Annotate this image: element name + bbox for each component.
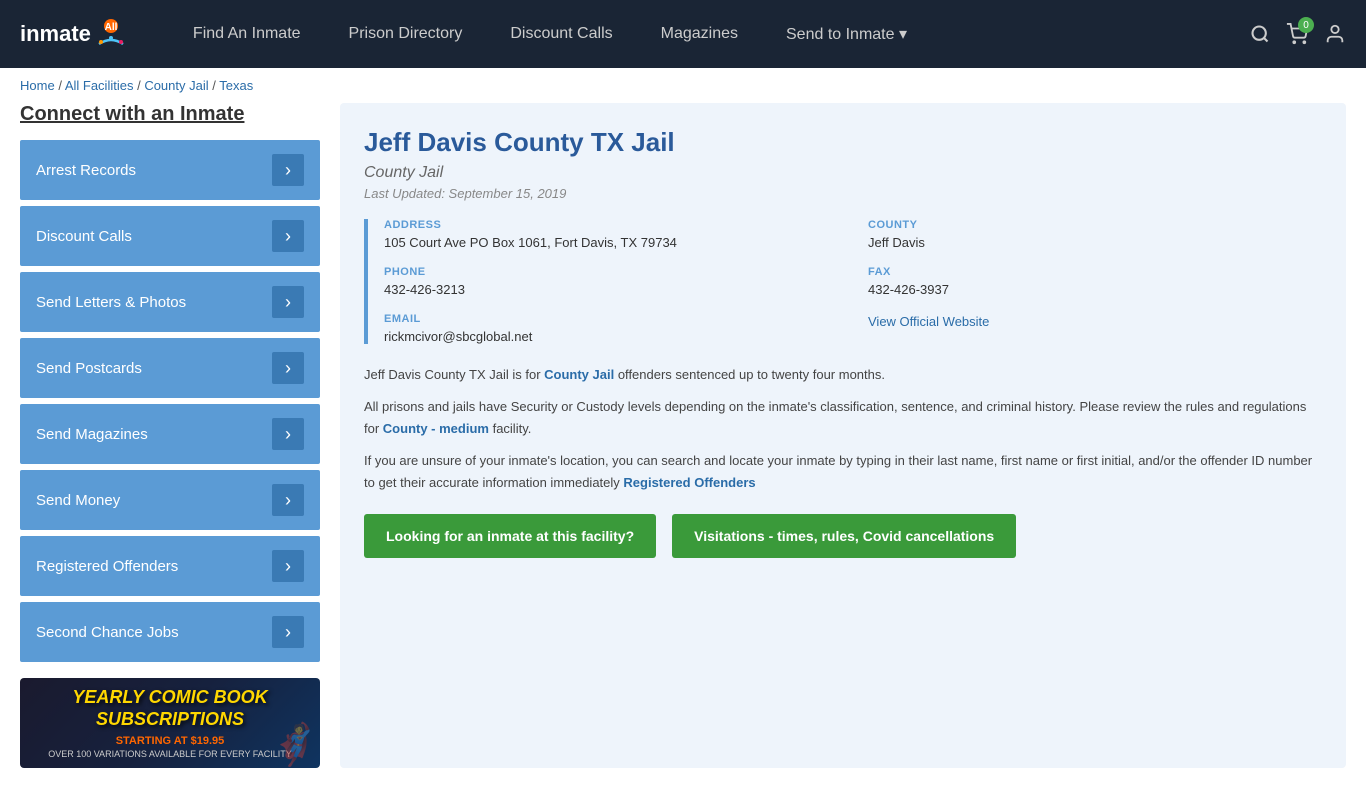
address-label: ADDRESS [384,219,838,231]
main-nav: Find An Inmate Prison Directory Discount… [169,0,1250,68]
phone-block: PHONE 432-426-3213 [384,266,838,297]
facility-detail: Jeff Davis County TX Jail County Jail La… [340,103,1346,768]
logo-icon: All [93,16,129,52]
breadcrumb-home[interactable]: Home [20,78,55,93]
description-3: If you are unsure of your inmate's locat… [364,450,1322,494]
sidebar-label-send-magazines: Send Magazines [36,426,148,443]
main-header: inmate All Find An Inmate Prison Directo… [0,0,1366,68]
arrow-icon-arrest-records: › [272,154,304,186]
facility-type: County Jail [364,164,1322,182]
phone-value: 432-426-3213 [384,282,838,297]
email-value: rickmcivor@sbcglobal.net [384,329,838,344]
sidebar-label-registered-offenders: Registered Offenders [36,558,178,575]
arrow-icon-discount-calls: › [272,220,304,252]
svg-text:All: All [105,22,118,33]
arrow-icon-send-magazines: › [272,418,304,450]
logo[interactable]: inmate All [20,16,129,52]
sidebar-item-discount-calls[interactable]: Discount Calls › [20,206,320,266]
nav-find-inmate[interactable]: Find An Inmate [169,0,325,68]
arrow-icon-send-money: › [272,484,304,516]
ad-banner[interactable]: YEARLY COMIC BOOKSUBSCRIPTIONS STARTING … [20,678,320,768]
facility-updated: Last Updated: September 15, 2019 [364,186,1322,201]
sidebar-label-second-chance-jobs: Second Chance Jobs [36,624,179,641]
sidebar-item-registered-offenders[interactable]: Registered Offenders › [20,536,320,596]
action-buttons: Looking for an inmate at this facility? … [364,514,1322,558]
sidebar-item-send-postcards[interactable]: Send Postcards › [20,338,320,398]
sidebar-item-second-chance-jobs[interactable]: Second Chance Jobs › [20,602,320,662]
sidebar-label-send-letters: Send Letters & Photos [36,294,186,311]
visitation-button[interactable]: Visitations - times, rules, Covid cancel… [672,514,1016,558]
logo-text: inmate [20,21,91,47]
cart-button[interactable]: 0 [1286,23,1308,45]
sidebar-item-arrest-records[interactable]: Arrest Records › [20,140,320,200]
nav-discount-calls[interactable]: Discount Calls [486,0,636,68]
email-block: EMAIL rickmcivor@sbcglobal.net [384,313,838,344]
search-icon [1250,24,1270,44]
address-block: ADDRESS 105 Court Ave PO Box 1061, Fort … [384,219,838,250]
ad-description: OVER 100 VARIATIONS AVAILABLE FOR EVERY … [48,749,292,759]
ad-heroes-icon: 🦸 [270,721,320,768]
breadcrumb-county-jail[interactable]: County Jail [144,78,208,93]
county-medium-link[interactable]: County - medium [383,421,489,436]
sidebar-title: Connect with an Inmate [20,103,320,126]
sidebar-item-send-magazines[interactable]: Send Magazines › [20,404,320,464]
search-button[interactable] [1250,24,1270,44]
sidebar-item-send-money[interactable]: Send Money › [20,470,320,530]
address-value: 105 Court Ave PO Box 1061, Fort Davis, T… [384,235,838,250]
facility-info-grid: ADDRESS 105 Court Ave PO Box 1061, Fort … [364,219,1322,344]
fax-label: FAX [868,266,1322,278]
header-icons: 0 [1250,23,1346,45]
breadcrumb-all-facilities[interactable]: All Facilities [65,78,134,93]
sidebar-item-send-letters[interactable]: Send Letters & Photos › [20,272,320,332]
nav-magazines[interactable]: Magazines [637,0,762,68]
nav-send-to-inmate[interactable]: Send to Inmate ▾ [762,0,931,68]
nav-prison-directory[interactable]: Prison Directory [325,0,487,68]
registered-offenders-link[interactable]: Registered Offenders [623,475,755,490]
website-block: View Official Website [868,313,1322,344]
find-inmate-button[interactable]: Looking for an inmate at this facility? [364,514,656,558]
arrow-icon-registered-offenders: › [272,550,304,582]
cart-badge: 0 [1298,17,1314,33]
county-value: Jeff Davis [868,235,1322,250]
phone-label: PHONE [384,266,838,278]
description-1: Jeff Davis County TX Jail is for County … [364,364,1322,386]
user-button[interactable] [1324,23,1346,45]
arrow-icon-send-letters: › [272,286,304,318]
sidebar-label-discount-calls: Discount Calls [36,228,132,245]
county-jail-link[interactable]: County Jail [544,367,614,382]
ad-title: YEARLY COMIC BOOKSUBSCRIPTIONS [72,687,267,730]
fax-value: 432-426-3937 [868,282,1322,297]
description-2: All prisons and jails have Security or C… [364,396,1322,440]
arrow-icon-second-chance-jobs: › [272,616,304,648]
main-content: Connect with an Inmate Arrest Records › … [0,103,1366,788]
arrow-icon-send-postcards: › [272,352,304,384]
official-website-link[interactable]: View Official Website [868,314,989,329]
sidebar-label-send-postcards: Send Postcards [36,360,142,377]
county-block: COUNTY Jeff Davis [868,219,1322,250]
email-label: EMAIL [384,313,838,325]
user-icon [1324,23,1346,45]
breadcrumb: Home / All Facilities / County Jail / Te… [0,68,1366,103]
county-label: COUNTY [868,219,1322,231]
sidebar: Connect with an Inmate Arrest Records › … [20,103,320,768]
sidebar-label-arrest-records: Arrest Records [36,162,136,179]
ad-subtitle: STARTING AT $19.95 [116,735,225,747]
facility-name: Jeff Davis County TX Jail [364,127,1322,158]
sidebar-label-send-money: Send Money [36,492,120,509]
fax-block: FAX 432-426-3937 [868,266,1322,297]
breadcrumb-state[interactable]: Texas [219,78,253,93]
